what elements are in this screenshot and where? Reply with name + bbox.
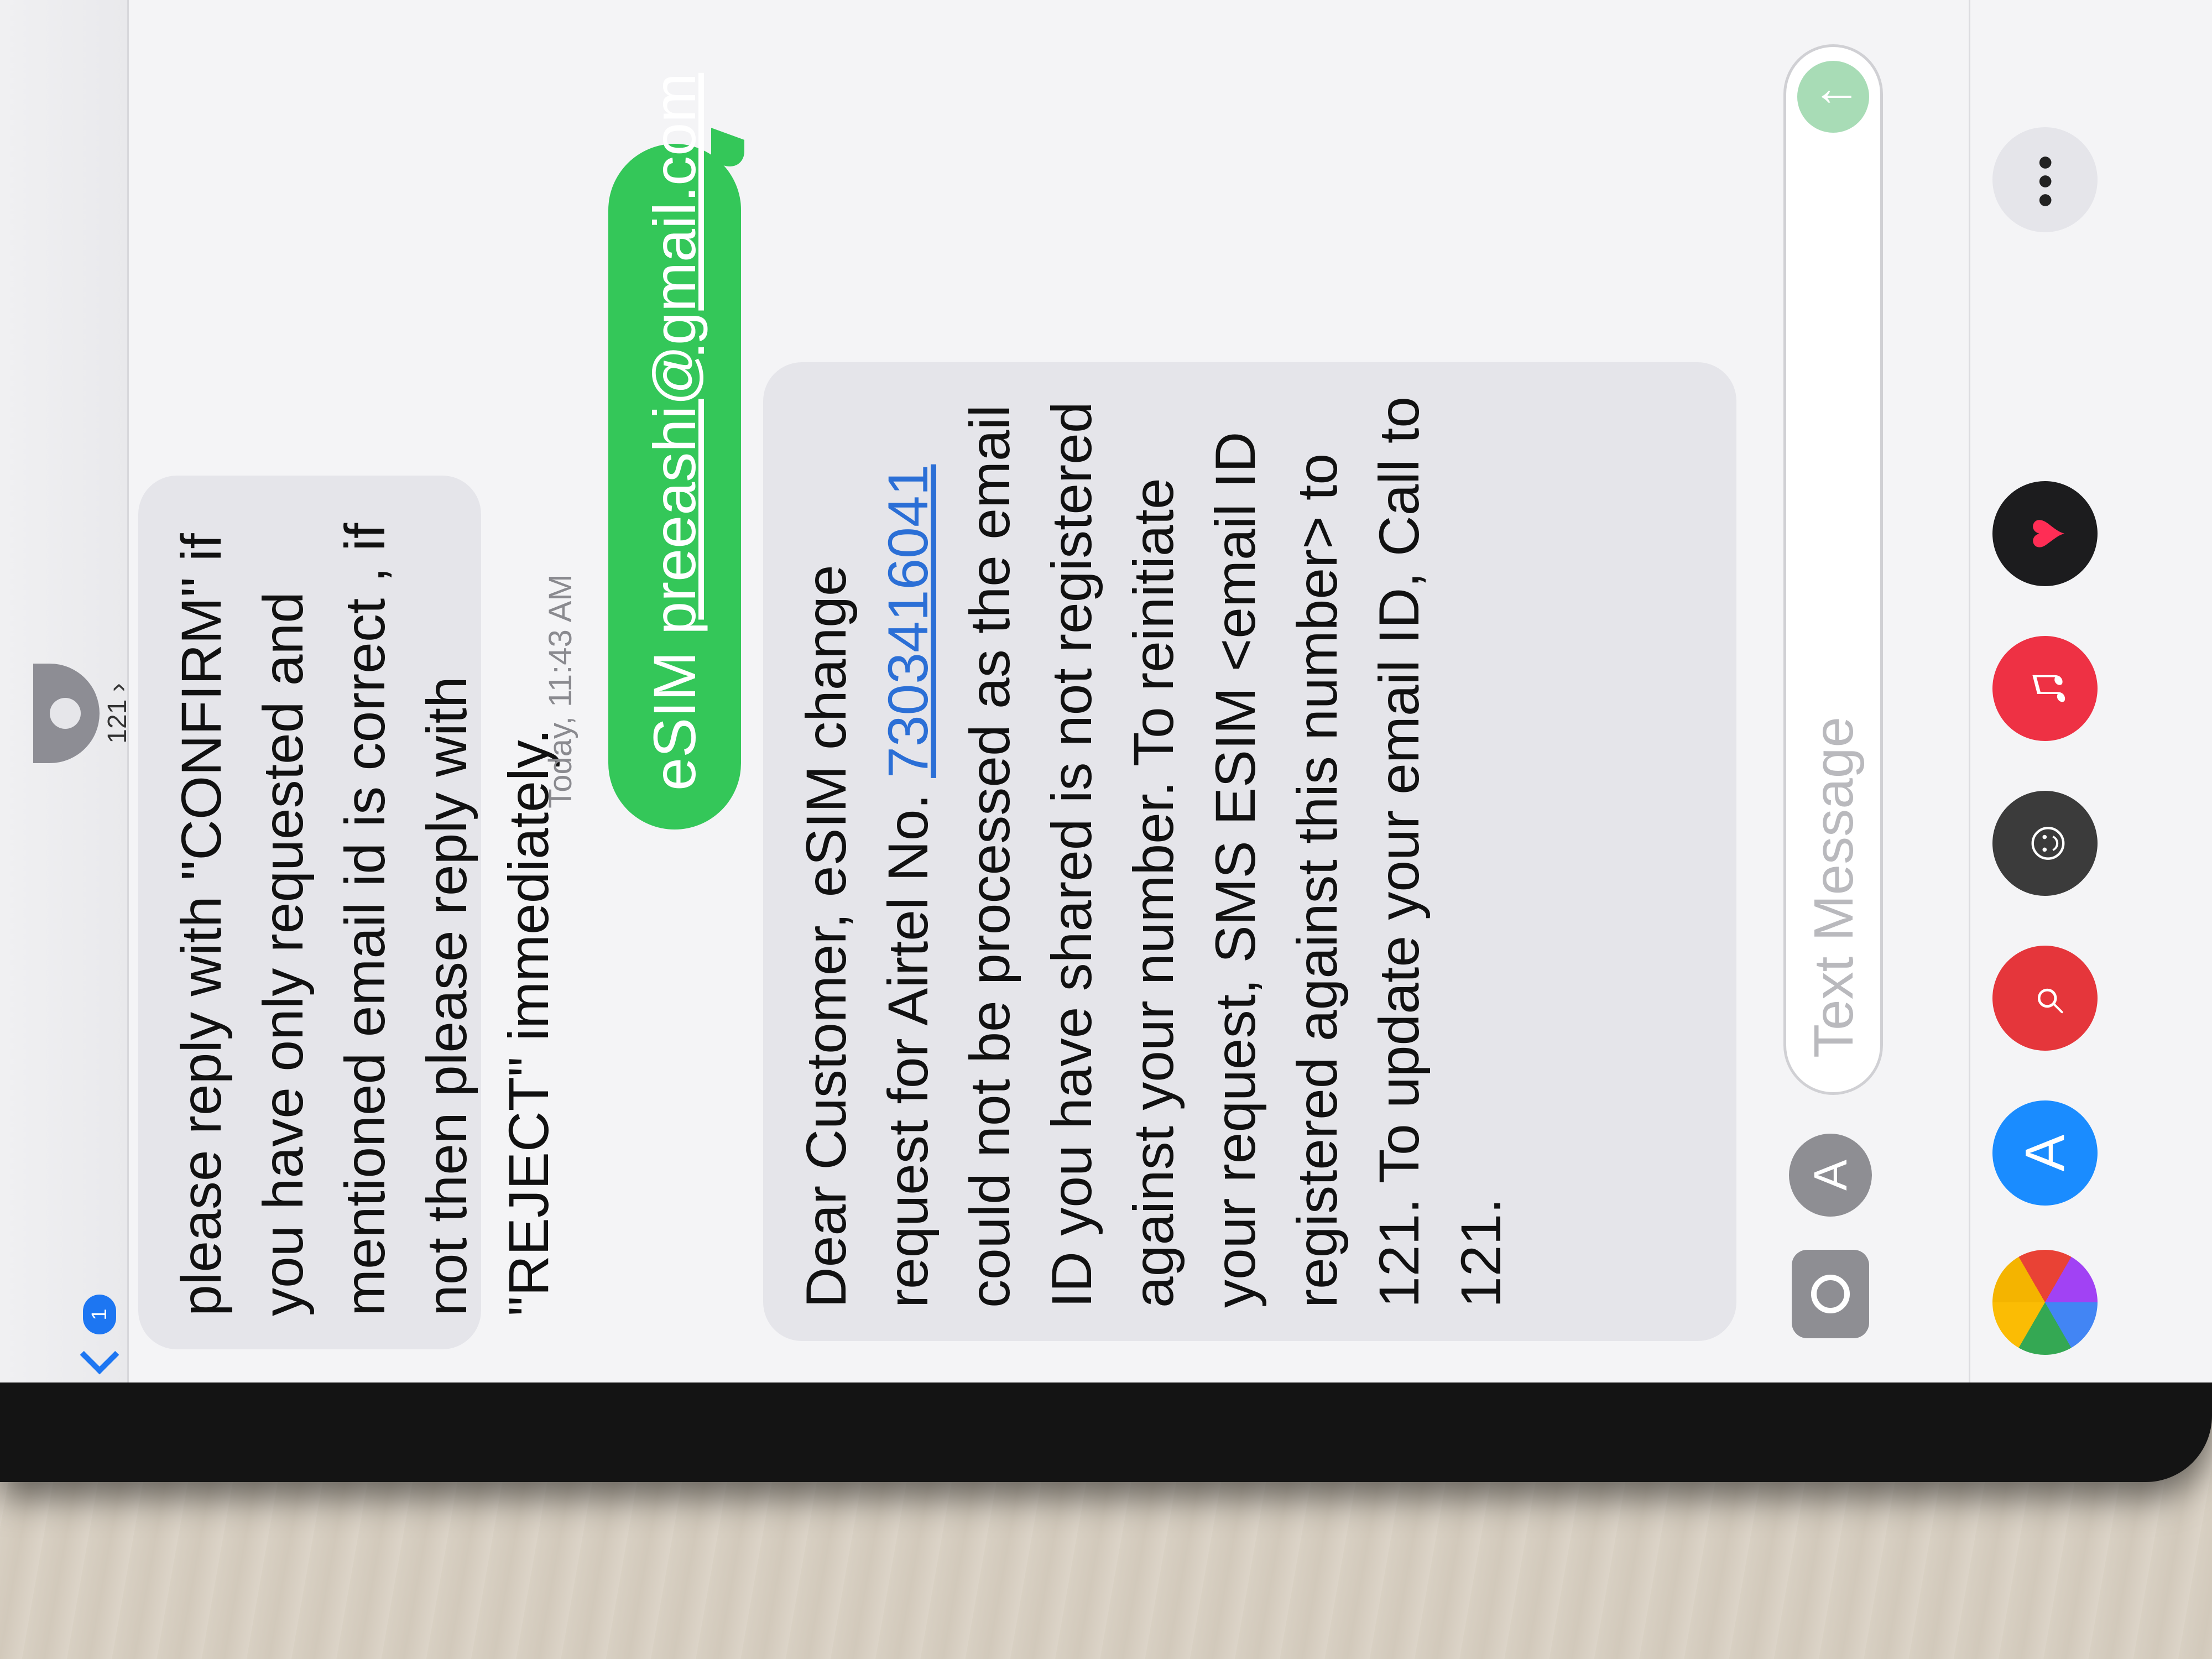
email-link[interactable]: preeashi@gmail.com — [641, 73, 708, 635]
messages-screen: 1 121 › please reply with "CONFIRM" if y… — [0, 0, 2212, 1383]
web-search-icon[interactable]: ⌕ — [1992, 946, 2098, 1051]
memoji-icon[interactable]: ☺ — [1992, 791, 2098, 896]
message-text-part2: could not be processed as the email ID y… — [958, 396, 1512, 1308]
incoming-message-previous: please reply with "CONFIRM" if you have … — [138, 476, 560, 1349]
music-icon[interactable]: ♫ — [1992, 636, 2098, 741]
outgoing-text: eSIM — [641, 634, 708, 791]
back-button[interactable]: 1 — [80, 1295, 119, 1375]
message-input-field[interactable]: ↑ — [1783, 44, 1883, 1095]
conversation-header: 1 121 › — [0, 0, 132, 1383]
screen-frame: 1 121 › please reply with "CONFIRM" if y… — [0, 0, 2212, 1383]
unread-badge: 1 — [83, 1295, 116, 1334]
app-drawer: A ⌕ ☺ ♫ ♥ ••• — [1969, 0, 2103, 1383]
photos-icon[interactable] — [1992, 1250, 2098, 1355]
digital-touch-icon[interactable]: ♥ — [1992, 481, 2098, 586]
incoming-message-latest: Dear Customer, eSIM change request for A… — [763, 362, 1736, 1341]
message-timestamp: Today, 11:43 AM — [542, 574, 578, 808]
app-store-icon[interactable]: A — [1992, 1100, 2098, 1206]
compose-bar: A ↑ — [1770, 0, 1913, 1383]
phone-number-link[interactable]: 7303416041 — [877, 465, 940, 778]
outgoing-message: eSIM preeashi@gmail.com — [608, 73, 741, 830]
phone-body: 1 121 › please reply with "CONFIRM" if y… — [0, 0, 2212, 1482]
chevron-left-icon — [80, 1335, 119, 1375]
camera-icon[interactable] — [1792, 1250, 1869, 1338]
apps-button[interactable]: A — [1789, 1134, 1872, 1217]
message-input[interactable] — [1797, 227, 1870, 1059]
send-arrow-icon[interactable]: ↑ — [1797, 61, 1869, 133]
more-icon[interactable]: ••• — [1992, 127, 2098, 232]
contact-name[interactable]: 121 › — [102, 647, 133, 780]
contact-avatar[interactable] — [33, 664, 100, 763]
